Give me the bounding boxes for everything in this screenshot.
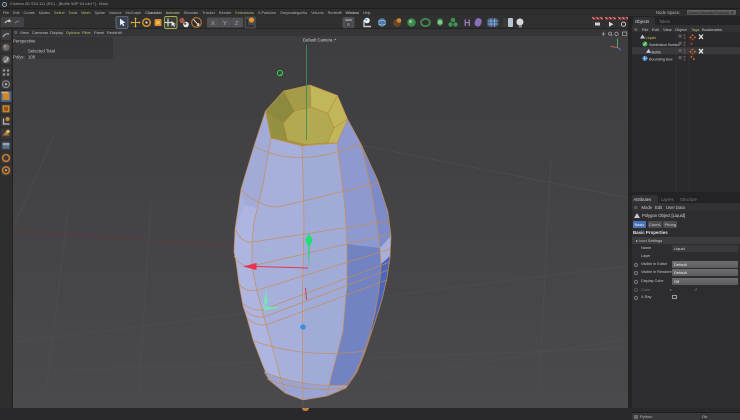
svg-text:Bounding Box: Bounding Box [649, 58, 673, 62]
svg-text:Selected Total: Selected Total [28, 49, 55, 54]
svg-text:Bottle: Bottle [652, 50, 662, 54]
svg-text:Perspective: Perspective [13, 39, 36, 44]
svg-text:108: 108 [28, 55, 36, 60]
svg-text:Y: Y [223, 21, 227, 27]
svg-text:X: X [211, 21, 215, 27]
svg-text:Liquid: Liquid [646, 36, 656, 40]
svg-text:H: H [464, 18, 471, 28]
svg-text:Default Camera :*: Default Camera :* [303, 38, 337, 43]
svg-text:Polys:: Polys: [13, 55, 25, 60]
svg-text:Subdivision Surface: Subdivision Surface [649, 43, 680, 47]
